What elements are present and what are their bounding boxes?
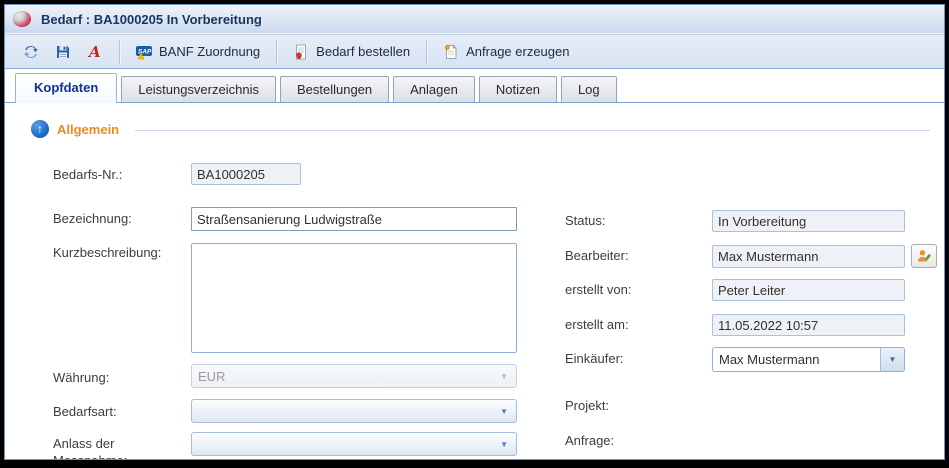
svg-text:A: A [87,44,101,60]
tab-log[interactable]: Log [561,76,617,102]
tab-bestellungen[interactable]: Bestellungen [280,76,389,102]
tab-bar: Kopfdaten Leistungsverzeichnis Bestellun… [5,69,944,103]
refresh-button[interactable] [15,39,47,65]
tab-notizen[interactable]: Notizen [479,76,557,102]
bearbeiter-field[interactable] [712,245,905,268]
banf-zuordnung-label: BANF Zuordnung [159,44,260,59]
pdf-export-button[interactable]: A [79,39,111,65]
bearbeiter-label: Bearbeiter: [565,248,629,263]
bedarf-window: Bedarf : BA1000205 In Vorbereitung [4,4,945,460]
bedarfsart-label: Bedarfsart: [53,404,117,419]
select-user-button[interactable] [911,244,937,268]
erstellt-am-label: erstellt am: [565,317,629,332]
bedarfsart-select[interactable]: ▼ [191,399,517,423]
anlass-select[interactable]: ▼ [191,432,517,456]
kopfdaten-panel: ↑ Allgemein Bedarfs-Nr.: Bezeichnung: Ku… [5,103,944,459]
tab-kopfdaten[interactable]: Kopfdaten [15,73,117,103]
toolbar-separator [426,40,427,64]
section-collapse-button[interactable]: ↑ [31,120,49,138]
bedarf-bestellen-button[interactable]: Bedarf bestellen [285,39,418,65]
einkaeufer-select[interactable]: Max Mustermann ▼ [712,347,905,372]
tab-anlagen[interactable]: Anlagen [393,76,475,102]
einkaeufer-value: Max Mustermann [713,348,880,371]
dropdown-arrow-icon: ▼ [500,440,508,449]
user-edit-icon [916,248,932,264]
document-new-icon [443,44,459,60]
bezeichnung-label: Bezeichnung: [53,211,132,226]
bedarfs-nr-field[interactable] [191,163,301,185]
window-title: Bedarf : BA1000205 In Vorbereitung [41,12,262,27]
arrow-up-icon: ↑ [37,122,43,136]
kurzbeschreibung-label: Kurzbeschreibung: [53,245,161,260]
dropdown-arrow-icon: ▼ [500,407,508,416]
window-titlebar: Bedarf : BA1000205 In Vorbereitung [5,5,944,34]
banf-zuordnung-button[interactable]: SAP BANF Zuordnung [128,39,268,65]
toolbar: A SAP BANF Zuordnung [5,34,944,69]
waehrung-label: Währung: [53,370,109,385]
section-divider [135,130,930,131]
einkaeufer-label: Einkäufer: [565,351,624,366]
status-field[interactable] [712,210,905,232]
projekt-label: Projekt: [565,398,609,413]
einkaeufer-dropdown-button[interactable]: ▼ [880,348,904,371]
bedarfs-nr-label: Bedarfs-Nr.: [53,167,122,182]
toolbar-separator [119,40,120,64]
screen-frame: Bedarf : BA1000205 In Vorbereitung [0,0,949,468]
save-icon [55,44,71,60]
anfrage-erzeugen-label: Anfrage erzeugen [466,44,569,59]
waehrung-value: EUR [198,369,225,384]
anfrage-label: Anfrage: [565,433,614,448]
bedarf-bestellen-label: Bedarf bestellen [316,44,410,59]
anfrage-erzeugen-button[interactable]: Anfrage erzeugen [435,39,577,65]
save-button[interactable] [47,39,79,65]
erstellt-am-field[interactable] [712,314,905,336]
status-label: Status: [565,213,605,228]
sap-icon: SAP [136,44,152,60]
toolbar-separator [276,40,277,64]
kurzbeschreibung-textarea[interactable] [191,243,517,353]
bezeichnung-input[interactable] [191,207,517,231]
anlass-label: Anlass der Massnahme: [53,435,157,460]
pdf-export-icon: A [87,44,103,60]
waehrung-select[interactable]: EUR ▼ [191,364,517,388]
erstellt-von-label: erstellt von: [565,282,631,297]
document-ribbon-icon [293,44,309,60]
dropdown-arrow-icon: ▼ [889,355,897,364]
section-title: Allgemein [57,122,119,137]
refresh-icon [23,44,39,60]
erstellt-von-field[interactable] [712,279,905,301]
app-icon [13,11,31,27]
tab-leistungsverzeichnis[interactable]: Leistungsverzeichnis [121,76,276,102]
dropdown-arrow-icon: ▼ [500,372,508,381]
